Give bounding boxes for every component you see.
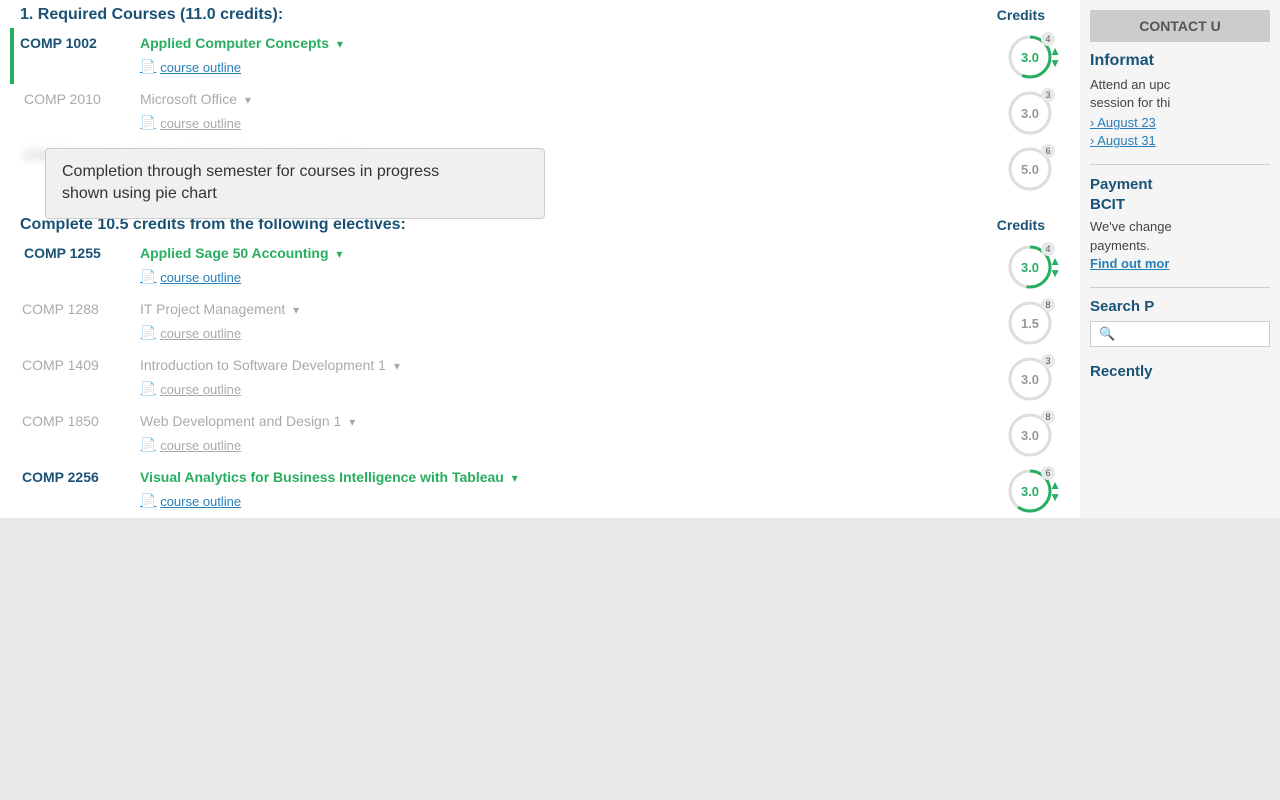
table-row-outline: 📄 course outline [12, 322, 1070, 350]
table-row: COMP 1255 Applied Sage 50 Accounting ▾ 3… [12, 238, 1070, 266]
credit-value: 3.0 [1021, 428, 1039, 443]
course-name: Applied Sage 50 Accounting [140, 245, 329, 261]
search-heading: Search P [1090, 298, 1270, 315]
course-name: Applied Computer Concepts [140, 35, 329, 51]
course-code: COMP 1255 [24, 245, 101, 261]
course-name: Microsoft Office [140, 91, 237, 107]
course-outline-link[interactable]: 📄 course outline [140, 59, 982, 75]
payment-heading: Payment BCIT [1090, 175, 1270, 214]
sidebar-divider-2 [1090, 287, 1270, 288]
chevron-down-icon: ▾ [512, 471, 518, 485]
chevron-down-icon: ▾ [245, 93, 251, 107]
table-row-outline: 📄 course outline [12, 490, 1070, 518]
recently-label: Recently [1090, 363, 1270, 380]
outline-icon: 📄 [140, 493, 156, 509]
credit-stepper: ▲▼ [1049, 479, 1061, 503]
info-text: Attend an upc session for thi [1090, 76, 1270, 112]
table-row-outline: 📄 course outline [12, 378, 1070, 406]
table-row-outline: 📄 course outline [12, 56, 1070, 84]
right-sidebar: CONTACT U Informat Attend an upc session… [1080, 0, 1280, 518]
chevron-down-icon: ▾ [293, 303, 299, 317]
chevron-down-icon: ▾ [394, 359, 400, 373]
credit-stepper: ▲▼ [1049, 45, 1061, 69]
credit-circle: 3.0 4 ▲▼ [1005, 242, 1055, 292]
table-row: COMP 2256 Visual Analytics for Business … [12, 462, 1070, 490]
credit-value: 3.0 [1021, 260, 1039, 275]
course-name: IT Project Management [140, 301, 285, 317]
table-row: COMP 1850 Web Development and Design 1 ▾… [12, 406, 1070, 434]
course-name: Introduction to Software Development 1 [140, 357, 386, 373]
contact-button[interactable]: CONTACT U [1090, 10, 1270, 42]
outline-icon: 📄 [140, 437, 156, 453]
find-out-more-link[interactable]: Find out mor [1090, 256, 1169, 271]
search-section: Search P 🔍 [1090, 298, 1270, 347]
credit-value: 5.0 [1021, 162, 1039, 177]
outline-icon: 📄 [140, 59, 156, 75]
outline-icon: 📄 [140, 381, 156, 397]
payment-text: We've change payments. [1090, 218, 1270, 254]
search-input[interactable] [1119, 326, 1261, 341]
outline-icon: 📄 [140, 115, 156, 131]
outline-icon: 📄 [140, 325, 156, 341]
credit-circle: 3.0 6 ▲▼ [1005, 466, 1055, 516]
outline-icon: 📄 [140, 269, 156, 285]
elective-courses-table: COMP 1255 Applied Sage 50 Accounting ▾ 3… [10, 238, 1070, 518]
info-heading: Informat [1090, 52, 1270, 70]
chevron-down-icon: ▾ [336, 247, 342, 261]
info-link-1[interactable]: August 23 [1090, 115, 1270, 130]
credit-circle: 3.0 4 ▲▼ [1005, 32, 1055, 82]
credit-value: 1.5 [1021, 316, 1039, 331]
required-credits-label: Credits [997, 7, 1060, 23]
course-code: COMP 1002 [20, 35, 97, 51]
payment-section: Payment BCIT We've change payments. Find… [1090, 175, 1270, 270]
credit-circle: 5.0 6 [1005, 144, 1055, 194]
credit-circle: 3.0 8 [1005, 410, 1055, 460]
credit-badge: 3 [1041, 88, 1055, 102]
info-link-2[interactable]: August 31 [1090, 133, 1270, 148]
required-heading: 1. Required Courses (11.0 credits): [20, 6, 283, 24]
credit-circle: 3.0 3 [1005, 88, 1055, 138]
credit-badge: 8 [1041, 298, 1055, 312]
credit-badge: 3 [1041, 354, 1055, 368]
table-row: COMP 1409 Introduction to Software Devel… [12, 350, 1070, 378]
table-row-outline: 📄 course outline [12, 266, 1070, 294]
course-code: COMP 2010 [24, 91, 101, 107]
credit-value: 3.0 [1021, 484, 1039, 499]
table-row-outline: 📄 course outline [12, 112, 1070, 140]
course-name: Visual Analytics for Business Intelligen… [140, 469, 504, 485]
course-code: COMP 1409 [22, 357, 99, 373]
course-outline-link[interactable]: 📄 course outline [140, 381, 982, 397]
search-icon: 🔍 [1099, 326, 1115, 342]
course-code: COMP 2256 [22, 469, 99, 485]
sidebar-divider [1090, 164, 1270, 165]
course-name: Web Development and Design 1 [140, 413, 341, 429]
course-code: COMP 1288 [22, 301, 99, 317]
credit-badge: 6 [1041, 144, 1055, 158]
credit-circle: 3.0 3 [1005, 354, 1055, 404]
credit-value: 3.0 [1021, 372, 1039, 387]
table-row: COMP 1288 IT Project Management ▾ 1.5 8 [12, 294, 1070, 322]
chevron-down-icon: ▾ [349, 415, 355, 429]
tooltip-pie-chart: Completion through semester for courses … [45, 148, 545, 219]
course-outline-link[interactable]: 📄 course outline [140, 437, 982, 453]
credit-value: 3.0 [1021, 50, 1039, 65]
table-row-outline: 📄 course outline [12, 434, 1070, 462]
course-outline-link[interactable]: 📄 course outline [140, 325, 982, 341]
recently-section: Recently [1090, 363, 1270, 380]
electives-credits-label: Credits [997, 217, 1060, 233]
course-outline-link[interactable]: 📄 course outline [140, 493, 982, 509]
table-row: COMP 2010 Microsoft Office ▾ 3.0 3 [12, 84, 1070, 112]
credit-value: 3.0 [1021, 106, 1039, 121]
credit-circle: 1.5 8 [1005, 298, 1055, 348]
credit-badge: 8 [1041, 410, 1055, 424]
info-section: Informat Attend an upc session for thi A… [1090, 52, 1270, 148]
course-outline-link[interactable]: 📄 course outline [140, 269, 982, 285]
course-code: COMP 1850 [22, 413, 99, 429]
table-row: COMP 1002 Applied Computer Concepts ▾ [12, 28, 1070, 56]
credit-stepper: ▲▼ [1049, 255, 1061, 279]
chevron-down-icon: ▾ [337, 37, 343, 51]
search-box[interactable]: 🔍 [1090, 321, 1270, 347]
course-outline-link[interactable]: 📄 course outline [140, 115, 982, 131]
